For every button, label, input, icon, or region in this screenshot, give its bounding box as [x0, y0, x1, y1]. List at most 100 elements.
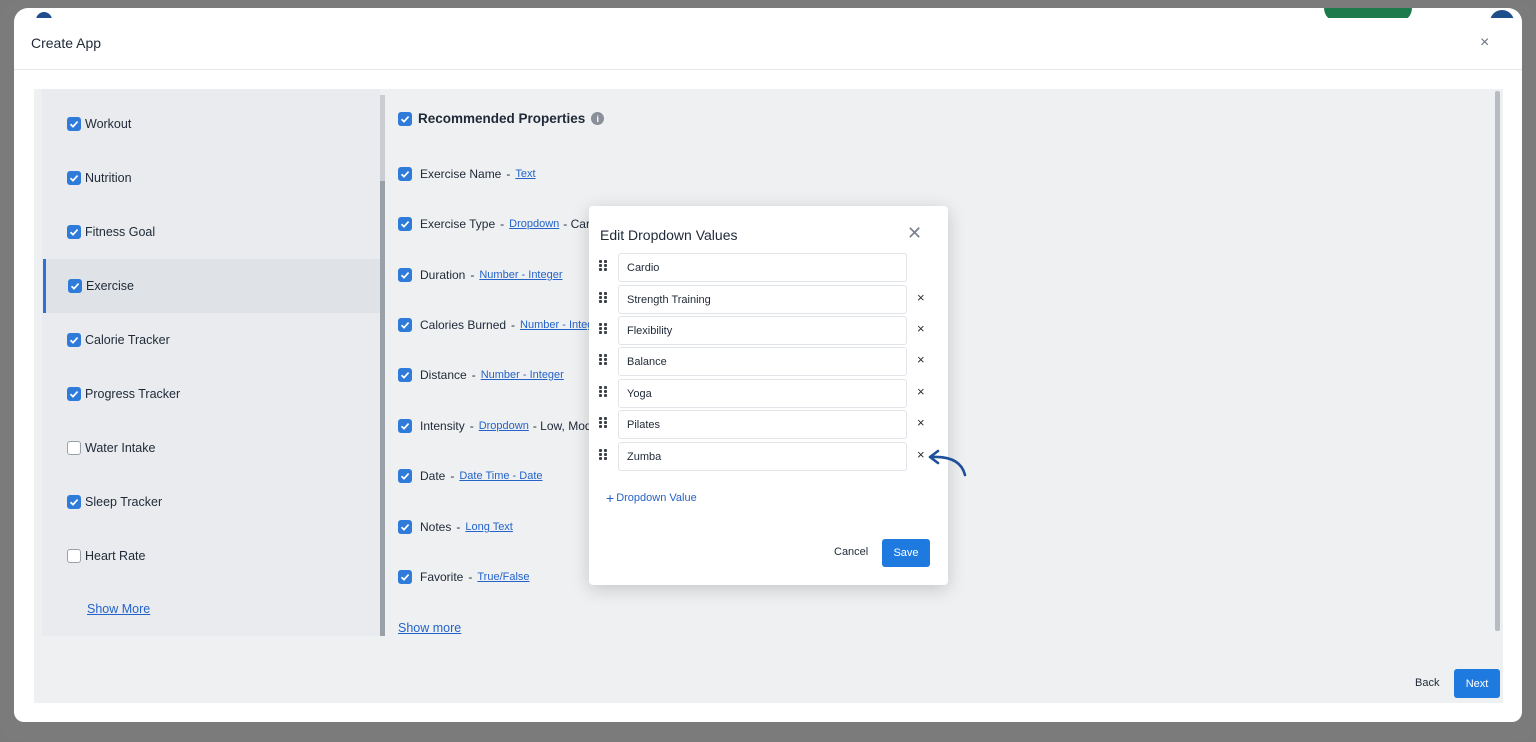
add-dropdown-value-label: Dropdown Value — [616, 492, 697, 504]
sidebar-item-label: Fitness Goal — [85, 225, 156, 239]
dropdown-value-input[interactable] — [618, 379, 907, 408]
checkbox-checked-icon[interactable] — [398, 111, 412, 126]
drag-handle-icon[interactable] — [599, 260, 607, 272]
checkbox-checked-icon[interactable] — [67, 171, 81, 185]
property-separator: - — [470, 268, 475, 282]
sidebar-item-sleep-tracker[interactable]: Sleep Tracker — [42, 475, 380, 529]
sidebar-scrollbar-thumb[interactable] — [380, 181, 385, 636]
checkbox-checked-icon[interactable] — [398, 318, 412, 332]
property-type-link[interactable]: Dropdown — [509, 218, 559, 230]
checkbox-checked-icon[interactable] — [68, 279, 82, 293]
back-button[interactable]: Back — [1415, 677, 1439, 689]
property-type-link[interactable]: Number - Integer — [481, 369, 564, 381]
checkbox-unchecked-icon[interactable] — [67, 549, 81, 563]
property-separator: - — [468, 570, 473, 584]
drag-handle-icon[interactable] — [599, 417, 607, 429]
property-row: Distance - Number - Integer — [398, 368, 564, 382]
checkbox-unchecked-icon[interactable] — [67, 441, 81, 455]
property-row: Exercise Name - Text — [398, 167, 536, 181]
show-more-properties-link[interactable]: Show more — [398, 621, 461, 635]
sidebar-item-label: Nutrition — [85, 171, 132, 185]
property-name: Exercise Name — [420, 167, 502, 181]
dropdown-value-input[interactable] — [618, 347, 907, 376]
property-type-link[interactable]: Number - Integ — [520, 319, 593, 331]
sidebar-item-calorie-tracker[interactable]: Calorie Tracker — [42, 313, 380, 367]
drag-handle-icon[interactable] — [599, 292, 607, 304]
dropdown-value-input[interactable] — [618, 316, 907, 345]
property-name: Notes — [420, 520, 452, 534]
sidebar-item-water-intake[interactable]: Water Intake — [42, 421, 380, 475]
property-row: Calories Burned - Number - Integ — [398, 318, 593, 332]
remove-value-icon[interactable]: × — [917, 416, 925, 430]
dropdown-value-row: × — [589, 442, 948, 472]
drag-handle-icon[interactable] — [599, 386, 607, 398]
sidebar-item-label: Workout — [85, 117, 132, 131]
info-icon[interactable]: i — [591, 112, 605, 125]
checkbox-checked-icon[interactable] — [398, 217, 412, 231]
checkbox-checked-icon[interactable] — [67, 225, 81, 239]
property-separator: - — [469, 419, 474, 433]
property-type-link[interactable]: Number - Integer — [479, 269, 562, 281]
property-type-link[interactable]: Date Time - Date — [459, 470, 542, 482]
property-row: Exercise Type - Dropdown - Card — [398, 217, 597, 231]
next-button[interactable]: Next — [1454, 669, 1500, 698]
sidebar-item-label: Progress Tracker — [85, 387, 181, 401]
drag-handle-icon[interactable] — [599, 323, 607, 335]
checkbox-checked-icon[interactable] — [398, 167, 412, 181]
property-name: Calories Burned — [420, 318, 507, 332]
checkbox-checked-icon[interactable] — [398, 268, 412, 282]
checkbox-checked-icon[interactable] — [398, 419, 412, 433]
property-name: Exercise Type — [420, 217, 496, 231]
checkbox-checked-icon[interactable] — [398, 520, 412, 534]
property-type-link[interactable]: Dropdown — [479, 420, 529, 432]
sidebar-item-label: Calorie Tracker — [85, 333, 170, 347]
property-type-link[interactable]: True/False — [477, 571, 529, 583]
property-type-link[interactable]: Text — [515, 168, 535, 180]
content-scrollbar[interactable] — [1495, 91, 1500, 631]
drag-handle-icon[interactable] — [599, 449, 607, 461]
property-name: Intensity — [420, 419, 465, 433]
checkbox-checked-icon[interactable] — [67, 117, 81, 131]
sidebar-item-nutrition[interactable]: Nutrition — [42, 151, 380, 205]
property-row: Favorite - True/False — [398, 570, 530, 584]
checkbox-checked-icon[interactable] — [398, 570, 412, 584]
annotation-arrow-icon — [928, 449, 967, 477]
sidebar-item-progress-tracker[interactable]: Progress Tracker — [42, 367, 380, 421]
remove-value-icon[interactable]: × — [917, 353, 925, 367]
drag-handle-icon[interactable] — [599, 354, 607, 366]
sidebar-item-label: Heart Rate — [85, 549, 146, 563]
dropdown-value-input[interactable] — [618, 285, 907, 314]
property-type-link[interactable]: Long Text — [465, 521, 513, 533]
edit-dropdown-values-dialog: Edit Dropdown Values ✕ × × × × × × + Dro… — [589, 206, 948, 585]
remove-value-icon[interactable]: × — [917, 385, 925, 399]
sidebar-item-workout[interactable]: Workout — [42, 97, 380, 151]
property-separator: - — [450, 469, 455, 483]
remove-value-icon[interactable]: × — [917, 322, 925, 336]
save-button[interactable]: Save — [882, 539, 930, 567]
checkbox-checked-icon[interactable] — [67, 495, 81, 509]
sidebar-item-heart-rate[interactable]: Heart Rate — [42, 529, 380, 583]
remove-value-icon[interactable]: × — [917, 291, 925, 305]
dropdown-value-input[interactable] — [618, 253, 907, 282]
property-row: Date - Date Time - Date — [398, 469, 543, 483]
property-values: - Low, Mod — [532, 419, 592, 433]
close-icon[interactable]: ✕ — [907, 224, 922, 242]
checkbox-checked-icon[interactable] — [67, 333, 81, 347]
show-more-link[interactable]: Show More — [87, 602, 150, 616]
add-dropdown-value-button[interactable]: + Dropdown Value — [606, 490, 697, 506]
checkbox-checked-icon[interactable] — [398, 368, 412, 382]
dropdown-value-input[interactable] — [618, 410, 907, 439]
property-row: Intensity - Dropdown - Low, Mod — [398, 419, 592, 433]
sidebar-item-label: Water Intake — [85, 441, 156, 455]
checkbox-checked-icon[interactable] — [67, 387, 81, 401]
property-name: Date — [420, 469, 446, 483]
checkbox-checked-icon[interactable] — [398, 469, 412, 483]
close-icon[interactable]: × — [1480, 35, 1489, 51]
property-separator: - — [456, 520, 461, 534]
dropdown-value-input[interactable] — [618, 442, 907, 471]
cancel-button[interactable]: Cancel — [834, 546, 868, 558]
property-name: Distance — [420, 368, 467, 382]
property-separator: - — [500, 217, 505, 231]
sidebar-item-exercise[interactable]: Exercise — [43, 259, 381, 313]
sidebar-item-fitness-goal[interactable]: Fitness Goal — [42, 205, 380, 259]
